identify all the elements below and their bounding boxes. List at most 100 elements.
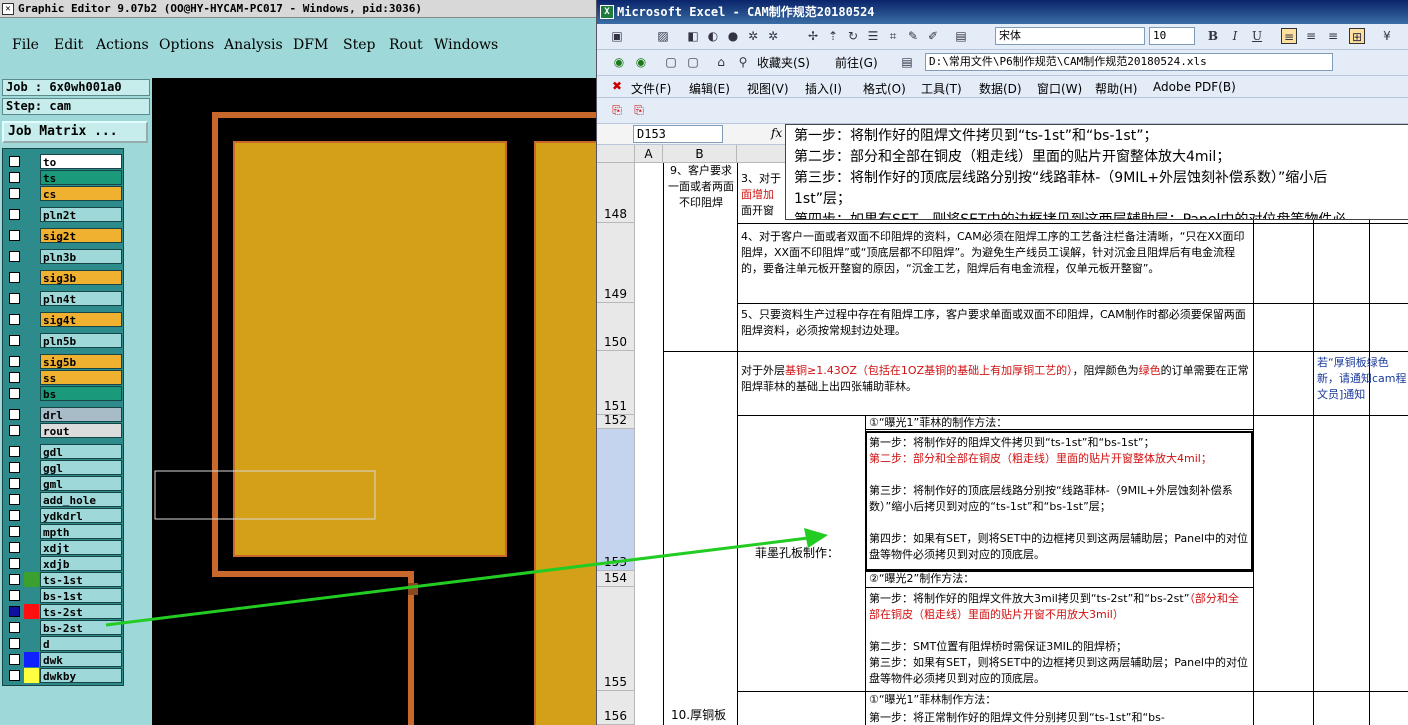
layer-checkbox[interactable] xyxy=(9,409,20,420)
picture-icon[interactable]: ▨ xyxy=(655,28,671,44)
font-size-select[interactable]: 10 xyxy=(1149,27,1195,45)
menu-tools-cn[interactable]: 工具(T) xyxy=(921,80,962,97)
cell-c150[interactable]: 5、只要资料生产过程中存在有阻焊工序，客户要求单面或双面不印阻焊，CAM制作时都… xyxy=(741,307,1249,347)
layer-checkbox[interactable] xyxy=(9,622,20,633)
cell-d156-title[interactable]: ①“曝光1”菲林制作方法： xyxy=(869,692,1249,708)
layer-row[interactable]: dwk xyxy=(6,652,123,667)
corner-header[interactable] xyxy=(597,145,635,163)
layer-checkbox[interactable] xyxy=(9,314,20,325)
layer-row[interactable]: add_hole xyxy=(6,492,123,507)
cell-d155-step3[interactable]: 第三步：如果有SET，则将SET中的边框拷贝到这两层辅助层；Panel中的对位盘… xyxy=(869,655,1249,689)
layer-row[interactable]: sig5b xyxy=(6,354,123,369)
layer-row[interactable]: ts-2st xyxy=(6,604,123,619)
layer-checkbox[interactable] xyxy=(9,230,20,241)
merge-center-icon[interactable]: ⊞ xyxy=(1349,28,1365,44)
refresh-icon[interactable]: ▢ xyxy=(685,54,701,70)
layer-row[interactable]: gdl xyxy=(6,444,123,459)
layer-name[interactable]: sig3b xyxy=(40,270,122,285)
layer-checkbox[interactable] xyxy=(9,654,20,665)
menu-windows[interactable]: Windows xyxy=(434,37,498,53)
layer-checkbox[interactable] xyxy=(9,293,20,304)
align-right-icon[interactable]: ≡ xyxy=(1325,28,1341,44)
align-left-icon[interactable]: ≡ xyxy=(1281,28,1297,44)
row-header[interactable]: 156 xyxy=(597,691,635,725)
layer-name[interactable]: bs-2st xyxy=(40,620,122,635)
menu-analysis[interactable]: Analysis xyxy=(224,37,283,53)
layer-name[interactable]: add_hole xyxy=(40,492,122,507)
pdf-convert-icon[interactable]: ⎘ xyxy=(609,102,625,118)
cell-c151[interactable]: 对于外层基铜≥1.43OZ（包括在1OZ基铜的基础上有加厚铜工艺的），阻焊颜色为… xyxy=(741,363,1249,403)
menu-data-cn[interactable]: 数据(D) xyxy=(979,80,1022,97)
layer-name[interactable]: rout xyxy=(40,423,122,438)
layer-row[interactable]: xdjt xyxy=(6,540,123,555)
row-header[interactable]: 155 xyxy=(597,587,635,691)
layer-name[interactable]: ss xyxy=(40,370,122,385)
layer-checkbox[interactable] xyxy=(9,388,20,399)
back-icon[interactable]: ◉ xyxy=(611,54,627,70)
show-web-toolbar-icon[interactable]: ▤ xyxy=(899,54,915,70)
align-icon[interactable]: ⇡ xyxy=(825,28,841,44)
layer-row[interactable]: pln4t xyxy=(6,291,123,306)
layer-row[interactable]: gml xyxy=(6,476,123,491)
layer-checkbox[interactable] xyxy=(9,446,20,457)
currency-icon[interactable]: ¥ xyxy=(1379,28,1395,44)
layer-row[interactable]: rout xyxy=(6,423,123,438)
layer-name[interactable]: bs xyxy=(40,386,122,401)
layer-checkbox[interactable] xyxy=(9,251,20,262)
menu-step[interactable]: Step xyxy=(343,37,375,53)
layer-name[interactable]: pln2t xyxy=(40,207,122,222)
excel-doc-icon[interactable]: ✖ xyxy=(609,78,625,94)
layer-checkbox[interactable] xyxy=(9,356,20,367)
cell-d152[interactable]: ①“曝光1”菲林的制作方法： xyxy=(869,415,1249,429)
menu-window-cn[interactable]: 窗口(W) xyxy=(1037,80,1082,97)
layer-checkbox[interactable] xyxy=(9,606,20,617)
stop-icon[interactable]: ▢ xyxy=(663,54,679,70)
cell-b156[interactable]: 10.厚铜板 xyxy=(671,707,735,723)
layer-name[interactable]: gdl xyxy=(40,444,122,459)
layer-checkbox[interactable] xyxy=(9,478,20,489)
column-header-a[interactable]: A xyxy=(635,145,663,163)
font-name-select[interactable]: 宋体 xyxy=(995,27,1145,45)
row-header[interactable]: 154 xyxy=(597,571,635,587)
layer-checkbox[interactable] xyxy=(9,494,20,505)
save-icon[interactable]: ▣ xyxy=(609,28,625,44)
layer-name[interactable]: pln4t xyxy=(40,291,122,306)
layer-row[interactable]: ss xyxy=(6,370,123,385)
cell-c149[interactable]: 4、对于客户一面或者双面不印阻焊的资料，CAM必须在阻焊工序的工艺备注栏备注清晰… xyxy=(741,229,1249,301)
pencil-icon[interactable]: ✐ xyxy=(925,28,941,44)
menu-options[interactable]: Options xyxy=(159,37,214,53)
row-header[interactable]: 152 xyxy=(597,413,635,429)
layer-row[interactable]: sig4t xyxy=(6,312,123,327)
menu-adobe-pdf[interactable]: Adobe PDF(B) xyxy=(1153,80,1236,94)
undo-icon[interactable]: ✲ xyxy=(745,28,761,44)
layer-name[interactable]: gml xyxy=(40,476,122,491)
layer-row[interactable]: drl xyxy=(6,407,123,422)
excel-title-bar[interactable]: X Microsoft Excel - CAM制作规范20180524 xyxy=(597,0,1408,24)
layer-name[interactable]: ydkdrl xyxy=(40,508,122,523)
lines-icon[interactable]: ☰ xyxy=(865,28,881,44)
layer-checkbox[interactable] xyxy=(9,510,20,521)
layer-row[interactable]: cs xyxy=(6,186,123,201)
layer-row[interactable]: to xyxy=(6,154,123,169)
layer-name[interactable]: pln5b xyxy=(40,333,122,348)
layer-checkbox[interactable] xyxy=(9,638,20,649)
menu-rout[interactable]: Rout xyxy=(389,37,423,53)
home-icon[interactable]: ⌂ xyxy=(713,54,729,70)
layer-name[interactable]: ggl xyxy=(40,460,122,475)
cell-d154[interactable]: ②“曝光2”制作方法： xyxy=(869,571,1249,587)
cell-d156-step1[interactable]: 第一步：将正常制作好的阻焊文件分别拷贝到“ts-1st”和“bs- xyxy=(869,710,1249,725)
menu-actions[interactable]: Actions xyxy=(96,37,149,53)
layer-row[interactable]: dwkby xyxy=(6,668,123,683)
menu-format-cn[interactable]: 格式(O) xyxy=(863,80,906,97)
cell-e151[interactable]: 若“厚铜板绿色新，请通知cam程文员]通知 xyxy=(1317,355,1408,411)
bold-button[interactable]: B xyxy=(1205,28,1221,44)
layer-row[interactable]: sig2t xyxy=(6,228,123,243)
layer-checkbox[interactable] xyxy=(9,188,20,199)
layer-row[interactable]: sig3b xyxy=(6,270,123,285)
fx-icon[interactable]: fx xyxy=(771,126,782,140)
layer-name[interactable]: to xyxy=(40,154,122,169)
layer-row[interactable]: pln5b xyxy=(6,333,123,348)
column-header-b[interactable]: B xyxy=(663,145,737,163)
menu-edit-cn[interactable]: 编辑(E) xyxy=(689,80,730,97)
layer-name[interactable]: dwk xyxy=(40,652,122,667)
